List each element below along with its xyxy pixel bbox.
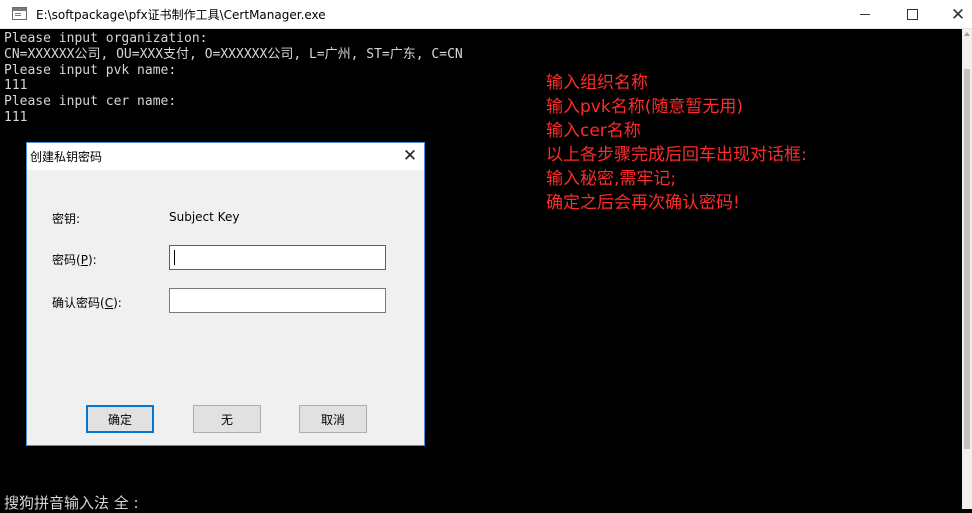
close-icon: ✕: [950, 4, 966, 25]
text-caret: [174, 250, 175, 265]
console-line: 111: [4, 78, 28, 94]
ok-button[interactable]: 确定: [86, 405, 154, 433]
console-title-bar[interactable]: E:\softpackage\pfx证书制作工具\CertManager.exe…: [0, 0, 972, 29]
confirm-password-input[interactable]: [169, 288, 386, 313]
key-value: Subject Key: [169, 210, 240, 224]
minimize-icon: [860, 14, 870, 15]
maximize-icon: [906, 9, 918, 20]
console-output: Please input organization: CN=XXXXXX公司, O…: [4, 31, 463, 126]
password-label-prefix: 密码(: [52, 253, 81, 267]
confirm-label-suffix: ):: [113, 296, 122, 310]
vertical-scrollbar[interactable]: [962, 29, 972, 509]
console-line: CN=XXXXXX公司, OU=XXX支付, O=XXXXXX公司, L=广州,…: [4, 46, 463, 62]
close-icon: ✕: [402, 146, 418, 166]
dialog-close-button[interactable]: ✕: [399, 145, 421, 167]
confirm-accel-key: C: [104, 296, 114, 310]
note-line: 确定之后会再次确认密码!: [546, 193, 740, 213]
ime-status-bar: 搜狗拼音输入法 全 :: [4, 494, 139, 512]
key-label: 密钥:: [52, 212, 81, 226]
note-line: 输入cer名称: [546, 121, 641, 141]
close-button[interactable]: ✕: [935, 0, 972, 29]
scroll-up-arrow-icon[interactable]: [964, 32, 970, 36]
confirm-password-label: 确认密码(C):: [52, 294, 122, 311]
cancel-button[interactable]: 取消: [299, 405, 367, 433]
confirm-label-prefix: 确认密码(: [52, 296, 105, 310]
create-private-key-password-dialog: 创建私钥密码 ✕ 密钥: Subject Key 密码(P): 确认密码(C):…: [26, 142, 425, 446]
console-line: 111: [4, 109, 28, 125]
console-line: Please input pvk name:: [4, 62, 177, 78]
password-input[interactable]: [169, 245, 386, 270]
note-line: 输入组织名称: [546, 73, 648, 93]
none-button[interactable]: 无: [193, 405, 261, 433]
annotation-notes: 输入组织名称 输入pvk名称(随意暂无用) 输入cer名称 以上各步骤完成后回车…: [546, 71, 807, 215]
console-line: Please input cer name:: [4, 94, 177, 110]
minimize-button[interactable]: [842, 0, 888, 29]
window-title: E:\softpackage\pfx证书制作工具\CertManager.exe: [36, 8, 326, 22]
password-accel-key: P: [80, 253, 88, 267]
note-line: 输入秘密,需牢记;: [546, 169, 677, 189]
password-label-suffix: ):: [87, 253, 97, 267]
note-line: 输入pvk名称(随意暂无用): [546, 97, 743, 117]
console-app-icon: [12, 7, 27, 20]
scrollbar-thumb[interactable]: [964, 69, 970, 449]
maximize-button[interactable]: [889, 0, 935, 29]
password-label: 密码(P):: [52, 251, 97, 268]
note-line: 以上各步骤完成后回车出现对话框:: [546, 145, 807, 165]
console-line: Please input organization:: [4, 31, 208, 46]
dialog-title: 创建私钥密码: [30, 150, 103, 164]
dialog-title-bar[interactable]: 创建私钥密码 ✕: [27, 143, 424, 170]
